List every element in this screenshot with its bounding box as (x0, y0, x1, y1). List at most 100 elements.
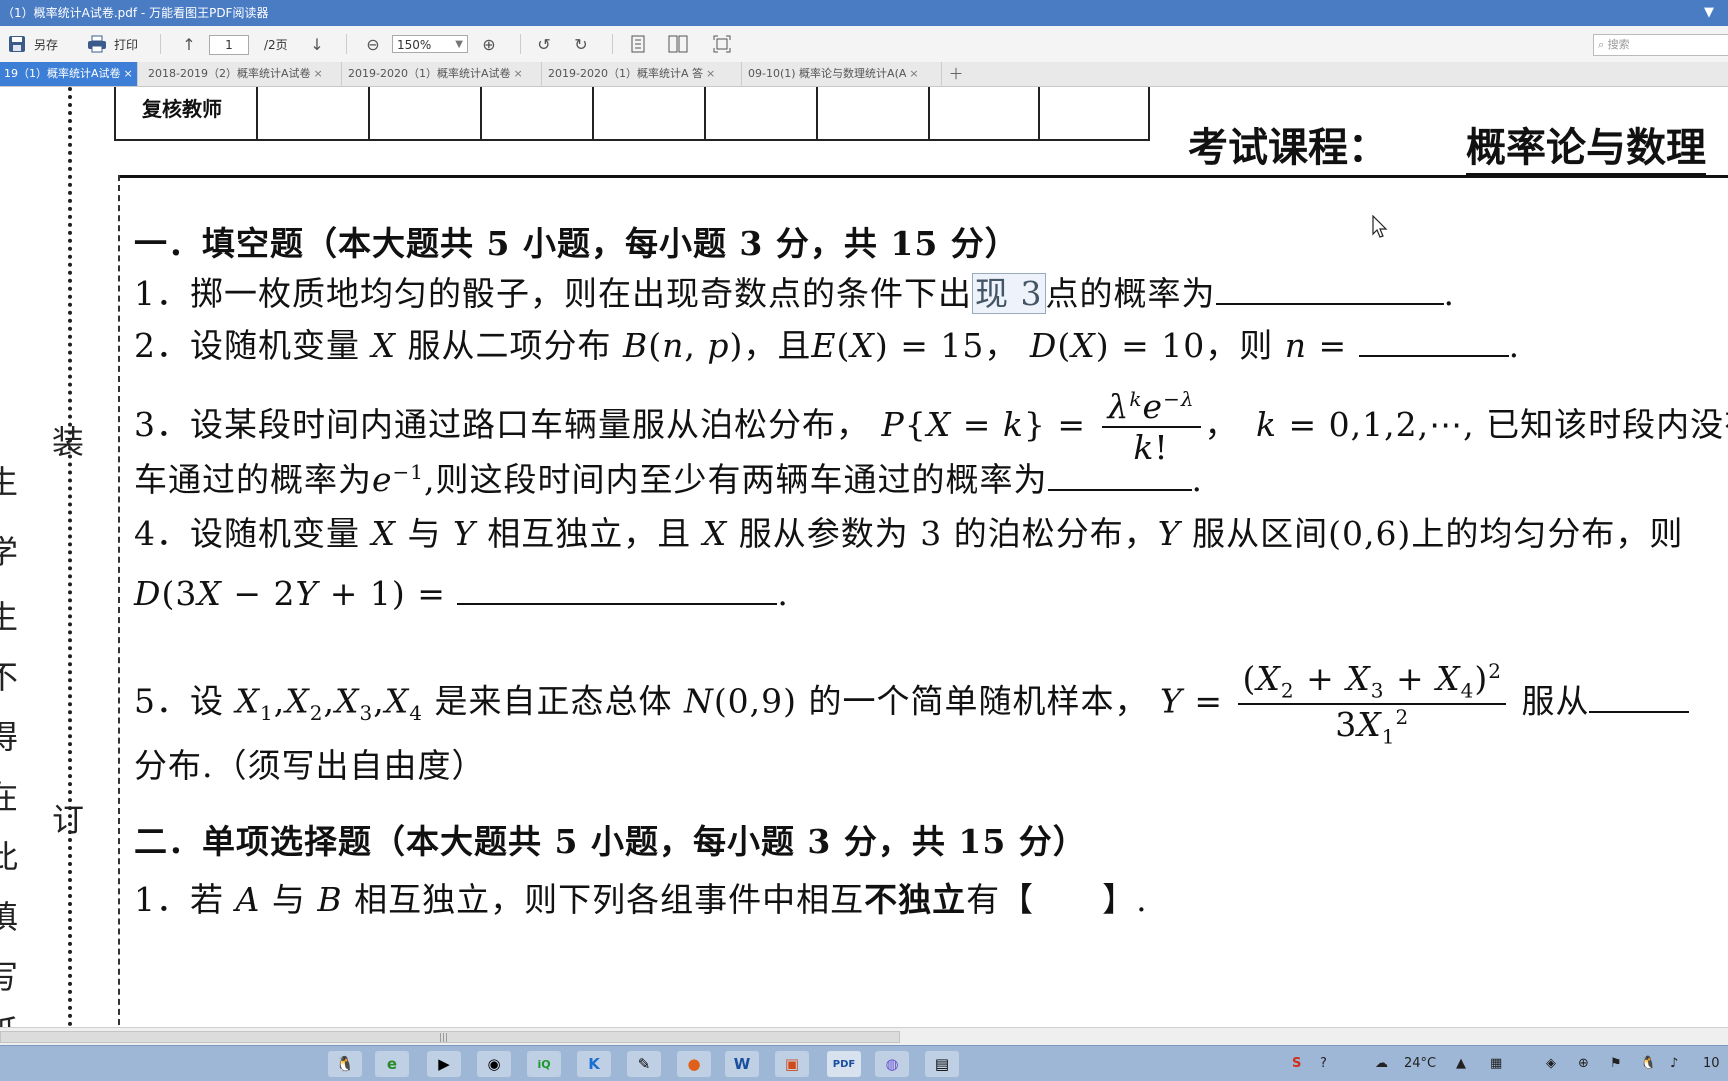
zoom-select[interactable]: 150% ▼ (392, 35, 468, 53)
grade-cell (928, 87, 930, 139)
q4-text: 服从参数为 3 的泊松分布， (738, 514, 1158, 553)
rotate-left-button[interactable]: ↺ (533, 26, 555, 62)
temperature: 24°C (1404, 1056, 1437, 1071)
close-icon[interactable]: × (706, 67, 715, 80)
single-page-icon (627, 33, 649, 55)
browser-e-icon[interactable]: e (375, 1051, 409, 1077)
question-2: 2．设随机变量 X 服从二项分布 B(n, p)，且E(X) = 15， D(X… (134, 326, 1521, 365)
s2q1-text: 1．若 (134, 880, 224, 919)
fit-screen-icon (711, 33, 733, 55)
search-icon: ⌕ (1598, 38, 1605, 51)
next-page-button[interactable]: ↓ (306, 26, 328, 62)
q3-text: 已知该时段内没有 (1486, 405, 1728, 444)
page-total: /2页 (264, 37, 288, 52)
tab-label: 2019-2020（1）概率统计A 答 (548, 67, 703, 80)
tab-document-3[interactable]: 2019-2020（1）概率统计A试卷 × (344, 62, 542, 86)
presentation-icon[interactable]: ▣ (775, 1051, 809, 1077)
arrow-up-icon: ↑ (182, 34, 196, 54)
k-app-icon[interactable]: K (577, 1051, 611, 1077)
network-icon[interactable]: ▦ (1490, 1046, 1502, 1081)
print-label: 打印 (114, 37, 139, 52)
section-2-question-1: 1．若 A 与 B 相互独立，则下列各组事件中相互不独立有【 】. (134, 880, 1148, 919)
search-input[interactable]: ⌕ 搜索 (1593, 34, 1728, 56)
clock[interactable]: 10 (1703, 1046, 1720, 1081)
q3-text: 3．设某段时间内通过路口车辆量服从泊松分布， (134, 405, 870, 444)
tab-document-1[interactable]: 19（1）概率统计A试卷 × (0, 62, 138, 86)
paint-icon[interactable]: ✎ (627, 1051, 661, 1077)
media-player-icon[interactable]: ▶ (427, 1051, 461, 1077)
grip-icon: ||| (439, 1033, 449, 1043)
volume-icon[interactable]: ♪ (1670, 1046, 1678, 1081)
grade-cell (704, 87, 706, 139)
previous-page-button[interactable]: ↑ (178, 26, 200, 62)
page-number-input[interactable]: 1 (209, 35, 249, 55)
text-selection-highlight[interactable]: 现 3 (972, 273, 1046, 314)
pdf-reader-icon[interactable]: PDF (827, 1051, 861, 1077)
q5-text: 是来自正态总体 (434, 681, 673, 721)
question-4-cont: D(3X − 2Y + 1) = . (134, 573, 789, 613)
s2q1-text: 有【 】. (966, 880, 1148, 919)
rotate-right-button[interactable]: ↻ (570, 26, 592, 62)
zoom-out-button[interactable]: ⊖ (362, 26, 384, 62)
close-icon[interactable]: × (513, 67, 522, 80)
question-1: 1．掷一枚质地均匀的骰子，则在出现奇数点的条件下出现 3点的概率为. (134, 273, 1455, 314)
q4-text: 4．设随机变量 (134, 514, 360, 553)
grade-cell (256, 87, 258, 139)
help-icon[interactable]: ? (1320, 1046, 1327, 1081)
fit-screen-button[interactable] (711, 26, 733, 62)
single-page-button[interactable] (627, 26, 649, 62)
qq-icon[interactable]: 🐧 (328, 1051, 362, 1077)
document-page[interactable]: 装 订 生 ： 学 生 不 得 在 此 填 写 纸 复核教师 考试课程： 概率论… (0, 87, 1728, 1027)
security-icon[interactable]: ◈ (1546, 1046, 1556, 1081)
binding-mark-ding: 订 (52, 801, 85, 839)
tray-expand-icon[interactable]: ▲ (1456, 1046, 1466, 1081)
tab-label: 09-10(1) 概率论与数理统计A(A (748, 67, 907, 80)
grade-cell (816, 87, 818, 139)
header-rule (118, 175, 1728, 178)
double-page-button[interactable] (667, 26, 689, 62)
update-icon[interactable]: ⊕ (1578, 1046, 1589, 1081)
chrome-icon[interactable]: ◉ (477, 1051, 511, 1077)
edge-char: 此 (0, 838, 19, 876)
zoom-in-button[interactable]: ⊕ (478, 26, 500, 62)
word-icon[interactable]: W (725, 1051, 759, 1077)
edge-char: 学 (0, 533, 19, 571)
q3-text: ,则这段时间内至少有两辆车通过的概率为 (424, 460, 1048, 499)
tab-label: 19（1）概率统计A试卷 (4, 67, 121, 80)
toolbar-divider (346, 34, 347, 54)
print-button[interactable]: 打印 (86, 26, 138, 62)
q2-text: ，则 (1205, 326, 1274, 365)
tab-document-4[interactable]: 2019-2020（1）概率统计A 答 × (544, 62, 742, 86)
close-icon[interactable]: × (313, 67, 322, 80)
browser-icon[interactable]: ● (677, 1051, 711, 1077)
binding-mark-zhuang: 装 (52, 423, 85, 461)
horizontal-scrollbar[interactable]: ||| (0, 1027, 1728, 1046)
chevron-down-icon[interactable]: ▼ (1704, 0, 1714, 26)
flag-icon[interactable]: ⚑ (1610, 1046, 1622, 1081)
tab-document-2[interactable]: 2018-2019（2）概率统计A试卷 × (144, 62, 342, 86)
answer-blank (457, 573, 778, 605)
close-icon[interactable]: × (909, 67, 918, 80)
edge-char: 得 (0, 718, 19, 756)
statistic-formula: Y = (X2 + X3 + X4)2 3X12 (1160, 659, 1510, 748)
zoom-value: 150% (397, 38, 432, 52)
s2q1-text: 相互独立，则下列各组事件中相互 (354, 880, 865, 919)
scrollbar-thumb[interactable]: ||| (0, 1031, 900, 1043)
tab-document-5[interactable]: 09-10(1) 概率论与数理统计A(A × (744, 62, 942, 86)
qq-tray-icon[interactable]: 🐧 (1640, 1046, 1656, 1081)
close-icon[interactable]: × (124, 67, 133, 80)
q5-text: 5．设 (134, 681, 224, 721)
weather-icon: ☁ (1375, 1056, 1388, 1071)
new-tab-button[interactable]: ＋ (944, 64, 968, 84)
save-as-button[interactable]: 另存 (6, 26, 58, 62)
q2-text: ，且 (743, 326, 812, 365)
q4-text: 相互独立，且 (487, 514, 692, 553)
grade-cell (1038, 87, 1040, 139)
ime-icon[interactable]: S (1292, 1046, 1301, 1081)
q1-text: 1．掷一枚质地均匀的骰子，则在出现奇数点的条件下出 (134, 274, 972, 313)
archive-icon[interactable]: ▤ (925, 1051, 959, 1077)
iqiyi-icon[interactable]: iQ (527, 1051, 561, 1077)
window-title: （1）概率统计A试卷.pdf - 万能看图王PDF阅读器 (2, 6, 269, 20)
grade-cell (480, 87, 482, 139)
app-icon[interactable]: ◍ (875, 1051, 909, 1077)
